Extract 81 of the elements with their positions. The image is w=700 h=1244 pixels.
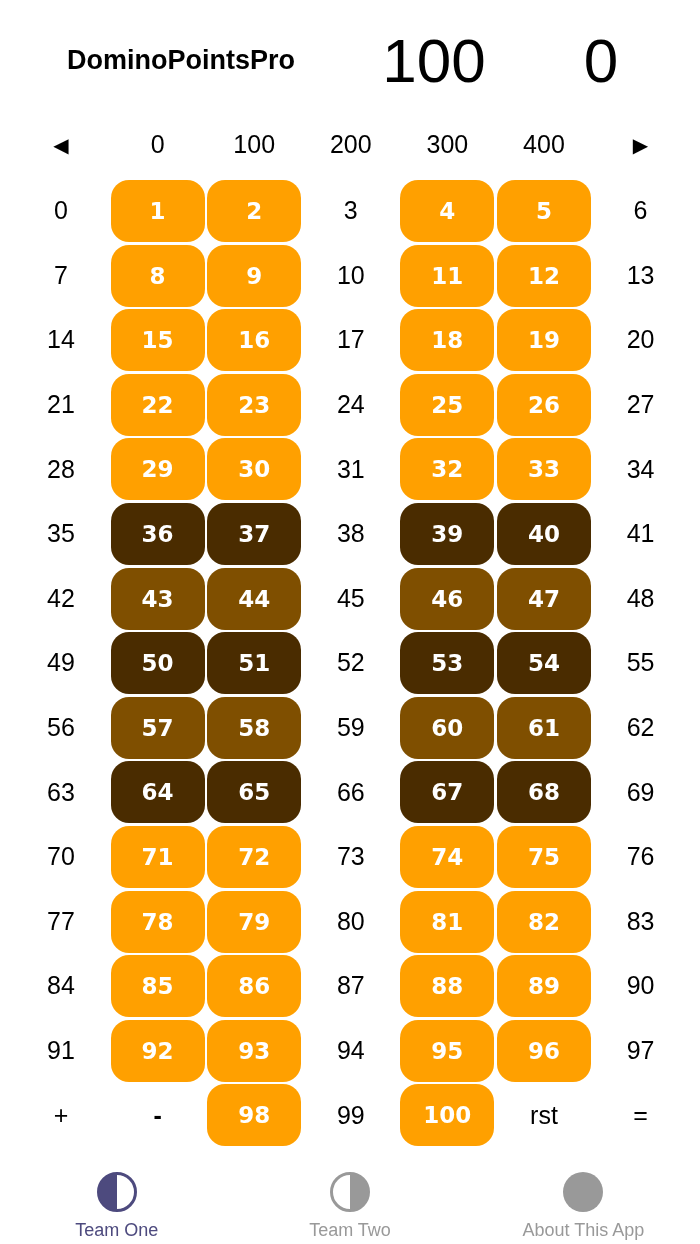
previous-button[interactable]: ◀	[53, 134, 69, 156]
number-tile-button[interactable]: 36	[110, 502, 205, 565]
tab[interactable]: Team One	[75, 1172, 159, 1241]
key-button[interactable]: 45	[336, 584, 365, 613]
key-button[interactable]: 80	[336, 907, 365, 936]
key-button[interactable]: 62	[626, 714, 655, 742]
number-tile-button[interactable]: 44	[207, 567, 302, 630]
number-tile-button[interactable]: 43	[110, 567, 205, 630]
key-button[interactable]: 41	[626, 520, 655, 548]
key-button[interactable]: 70	[47, 843, 75, 871]
number-tile-button[interactable]: 53	[400, 632, 495, 695]
key-button[interactable]: 83	[626, 907, 655, 936]
key-button[interactable]: 28	[47, 455, 75, 484]
number-tile-button[interactable]: 61	[496, 696, 591, 759]
key-button[interactable]: 38	[336, 520, 365, 548]
key-button[interactable]: 87	[336, 972, 365, 1000]
key-button[interactable]: 73	[336, 843, 365, 871]
key-button[interactable]: =	[633, 1101, 648, 1130]
number-tile-button[interactable]: 54	[496, 632, 591, 695]
key-button[interactable]: 49	[47, 649, 75, 677]
half-filled-circle-icon	[96, 1172, 137, 1213]
number-tile-button[interactable]: 47	[496, 567, 591, 630]
key-button[interactable]: 7	[54, 261, 68, 290]
key-button[interactable]: 6	[633, 197, 648, 225]
key-button[interactable]: rst	[530, 1101, 558, 1130]
key-button[interactable]: 56	[47, 714, 75, 742]
key-button[interactable]: 63	[47, 778, 75, 807]
number-tile-button[interactable]: 39	[400, 502, 495, 565]
key-button[interactable]: 55	[626, 649, 655, 677]
key-button[interactable]: 31	[336, 455, 365, 484]
key-button[interactable]: 34	[626, 455, 655, 484]
number-tile-button[interactable]: 58	[207, 696, 302, 759]
key-button[interactable]: 13	[626, 261, 655, 290]
key-button[interactable]: 91	[47, 1036, 75, 1065]
hundreds-button[interactable]: 100	[233, 131, 276, 159]
number-tile-button[interactable]: 67	[400, 761, 495, 824]
number-tile-button[interactable]: 40	[496, 502, 591, 565]
app-title: DominoPointsPro	[67, 46, 295, 76]
hundreds-button[interactable]: 300	[426, 131, 469, 159]
number-tile-button[interactable]: 60	[400, 696, 495, 759]
key-button[interactable]: -	[153, 1101, 162, 1130]
key-button[interactable]: 48	[626, 584, 655, 613]
half-filled-circle-icon	[330, 1172, 370, 1213]
key-button[interactable]: 52	[336, 649, 365, 677]
key-button[interactable]: 24	[336, 391, 365, 419]
number-tile-button[interactable]: 50	[110, 632, 205, 695]
key-button[interactable]: 76	[626, 843, 655, 871]
key-button[interactable]: 77	[47, 907, 75, 936]
number-tile-button[interactable]: 46	[400, 567, 495, 630]
next-button[interactable]: ▶	[632, 134, 649, 156]
number-tile-button[interactable]: 51	[207, 632, 302, 695]
number-tile-button[interactable]: 65	[207, 761, 302, 824]
key-button[interactable]: 94	[336, 1036, 365, 1065]
key-button[interactable]: 14	[47, 326, 75, 354]
hundreds-button[interactable]: 400	[523, 131, 565, 159]
key-button[interactable]: 17	[336, 326, 365, 354]
hundreds-button[interactable]: 200	[329, 131, 372, 159]
key-button[interactable]: 0	[54, 197, 68, 225]
key-button[interactable]: 20	[626, 326, 655, 354]
key-button[interactable]: 10	[336, 261, 365, 290]
number-tile-button[interactable]: 37	[207, 502, 302, 565]
circle-icon	[563, 1172, 604, 1213]
key-button[interactable]: 35	[47, 520, 75, 548]
number-tile-button[interactable]: 68	[496, 761, 591, 824]
key-button[interactable]: 21	[47, 391, 75, 419]
hundreds-button[interactable]: 0	[150, 131, 165, 159]
key-button[interactable]: +	[53, 1101, 69, 1130]
key-button[interactable]: 3	[343, 197, 358, 225]
team-score: 100	[382, 26, 486, 96]
key-button[interactable]: 97	[626, 1036, 655, 1065]
key-button[interactable]: 69	[626, 778, 655, 807]
number-tile-button[interactable]: 57	[110, 696, 205, 759]
team-score: 0	[583, 26, 619, 96]
key-button[interactable]: 59	[336, 714, 365, 742]
key-button[interactable]: 90	[626, 972, 655, 1000]
key-button[interactable]: 66	[336, 778, 365, 807]
key-button[interactable]: 42	[47, 584, 75, 613]
key-button[interactable]: 99	[336, 1101, 365, 1130]
number-tile-button[interactable]: 64	[110, 761, 205, 824]
key-button[interactable]: 27	[626, 391, 655, 419]
key-button[interactable]: 84	[47, 972, 75, 1000]
